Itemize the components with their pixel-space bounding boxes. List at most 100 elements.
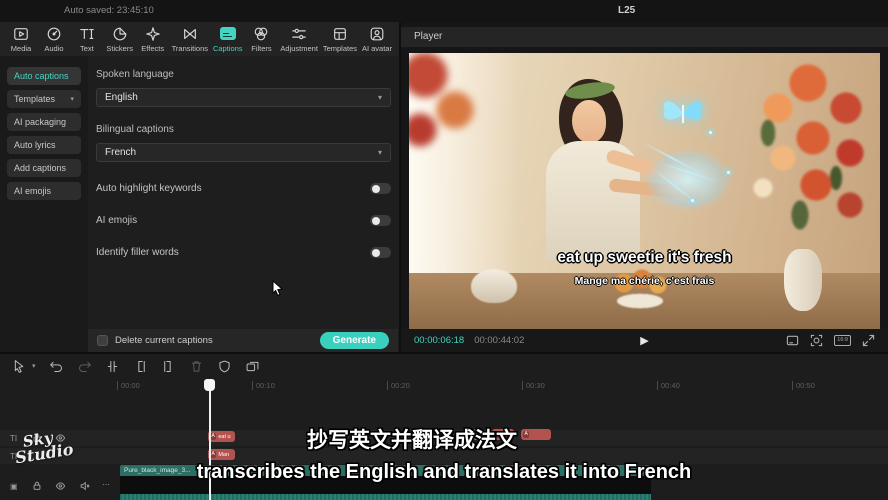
undo-icon[interactable] — [49, 359, 64, 374]
auto-highlight-keywords-label: Auto highlight keywords — [96, 183, 202, 194]
ruler-label: 00:50 — [792, 381, 815, 390]
video-fruit-bowl — [594, 265, 686, 317]
video-caption-primary: eat up sweetie it's fresh — [409, 249, 880, 267]
sidebar-item-ai-emojis[interactable]: AI emojis — [7, 182, 81, 200]
effects-icon — [145, 26, 161, 42]
tab-label: Templates — [323, 44, 357, 53]
bilingual-captions-select[interactable]: French ▾ — [96, 143, 391, 162]
identify-filler-words-label: Identify filler words — [96, 247, 179, 258]
bilingual-captions-value: French — [105, 147, 136, 158]
total-duration: 00:00:44:02 — [474, 335, 524, 346]
tab-label: Media — [11, 44, 31, 53]
ruler-label: 00:20 — [387, 381, 410, 390]
sidebar-item-label: AI packaging — [14, 117, 66, 127]
tab-audio[interactable]: Audio — [40, 26, 68, 53]
tab-filters[interactable]: Filters — [247, 26, 275, 53]
identify-filler-words-toggle[interactable] — [370, 247, 391, 258]
player-header: Player — [401, 27, 888, 47]
mask-icon[interactable] — [217, 359, 232, 374]
spoken-language-label: Spoken language — [96, 69, 391, 80]
chevron-down-icon: ▾ — [70, 95, 74, 103]
auto-captions-settings: Spoken language English ▾ Bilingual capt… — [88, 56, 399, 352]
sparkle — [709, 131, 712, 134]
current-time: 00:00:06:18 — [414, 335, 464, 346]
sidebar-item-label: AI emojis — [14, 186, 51, 196]
sidebar-item-label: Auto captions — [14, 71, 69, 81]
redo-icon[interactable] — [77, 359, 92, 374]
play-button[interactable]: ▶ — [640, 334, 648, 347]
tab-label: Adjustment — [280, 44, 318, 53]
captions-sidebar: Auto captions Templates ▾ AI packaging A… — [0, 56, 88, 352]
sparkle — [691, 199, 694, 202]
video-hand-glow — [645, 149, 731, 211]
tab-transitions[interactable]: Transitions — [172, 26, 208, 53]
audio-icon — [46, 26, 62, 42]
tab-label: Effects — [141, 44, 164, 53]
project-title: L25 — [618, 5, 635, 16]
tab-label: Audio — [44, 44, 63, 53]
text-icon — [79, 26, 95, 42]
filters-icon — [253, 26, 269, 42]
video-preview[interactable]: eat up sweetie it's fresh Mange ma chéri… — [409, 53, 880, 329]
tab-effects[interactable]: Effects — [139, 26, 167, 53]
focus-preview-icon[interactable] — [810, 334, 823, 347]
media-icon — [13, 26, 29, 42]
aspect-ratio-button[interactable]: 16:9 — [834, 335, 851, 346]
tab-media[interactable]: Media — [7, 26, 35, 53]
delete-current-captions-label: Delete current captions — [115, 335, 313, 346]
trim-left-icon[interactable] — [133, 359, 148, 374]
transitions-icon — [182, 26, 198, 42]
mouse-cursor — [272, 280, 284, 296]
auto-saved-status: Auto saved: 23:45:10 — [64, 5, 154, 16]
main-toolbar: Media Audio Text Stickers Effects Transi… — [0, 22, 399, 56]
timeline-ruler[interactable]: 00:00 00:10 00:20 00:30 00:40 00:50 — [0, 378, 888, 394]
chevron-down-icon[interactable]: ▾ — [32, 362, 36, 370]
tab-captions[interactable]: Captions — [213, 26, 243, 53]
auto-highlight-keywords-toggle[interactable] — [370, 183, 391, 194]
spoken-language-select[interactable]: English ▾ — [96, 88, 391, 107]
sidebar-item-auto-captions[interactable]: Auto captions — [7, 67, 81, 85]
sidebar-item-auto-lyrics[interactable]: Auto lyrics — [7, 136, 81, 154]
tab-stickers[interactable]: Stickers — [106, 26, 134, 53]
top-bar: Auto saved: 23:45:10 L25 — [0, 0, 888, 22]
sparkle — [727, 171, 730, 174]
left-panel: Media Audio Text Stickers Effects Transi… — [0, 22, 399, 352]
trim-right-icon[interactable] — [161, 359, 176, 374]
chevron-down-icon: ▾ — [378, 148, 382, 157]
ruler-label: 00:00 — [117, 381, 140, 390]
sidebar-item-ai-packaging[interactable]: AI packaging — [7, 113, 81, 131]
ai-emojis-label: AI emojis — [96, 215, 137, 226]
preview-quality-icon[interactable] — [786, 334, 799, 347]
generate-button[interactable]: Generate — [320, 332, 389, 349]
subtitle-english: transcribes the English and translates i… — [0, 461, 888, 484]
tab-ai-avatar[interactable]: AI avatar — [362, 26, 392, 53]
spoken-language-value: English — [105, 92, 138, 103]
tab-label: Filters — [251, 44, 271, 53]
tab-templates[interactable]: Templates — [323, 26, 357, 53]
sidebar-item-label: Auto lyrics — [14, 140, 56, 150]
delete-icon[interactable] — [189, 359, 204, 374]
video-caption-secondary: Mange ma chérie, c'est frais — [409, 275, 880, 287]
subtitle-chinese: 抄写英文并翻译成法文 — [0, 424, 824, 454]
sidebar-item-add-captions[interactable]: Add captions — [7, 159, 81, 177]
delete-current-captions-checkbox[interactable] — [97, 335, 108, 346]
tab-adjustment[interactable]: Adjustment — [280, 26, 318, 53]
adjustment-icon — [291, 26, 307, 42]
ai-emojis-toggle[interactable] — [370, 215, 391, 226]
overlay-icon[interactable] — [245, 359, 260, 374]
ai-avatar-icon — [369, 26, 385, 42]
playhead-handle[interactable] — [204, 379, 215, 391]
sidebar-item-templates[interactable]: Templates ▾ — [7, 90, 81, 108]
fullscreen-icon[interactable] — [862, 334, 875, 347]
select-tool-icon[interactable] — [12, 359, 27, 374]
tab-text[interactable]: Text — [73, 26, 101, 53]
split-icon[interactable] — [105, 359, 120, 374]
player-controls: 00:00:06:18 00:00:44:02 ▶ 16:9 — [401, 329, 888, 352]
tab-label: Stickers — [106, 44, 133, 53]
ruler-label: 00:10 — [252, 381, 275, 390]
tab-label: AI avatar — [362, 44, 392, 53]
video-woman-face — [572, 100, 606, 143]
captions-icon — [220, 27, 236, 40]
ruler-label: 00:30 — [522, 381, 545, 390]
stickers-icon — [112, 26, 128, 42]
